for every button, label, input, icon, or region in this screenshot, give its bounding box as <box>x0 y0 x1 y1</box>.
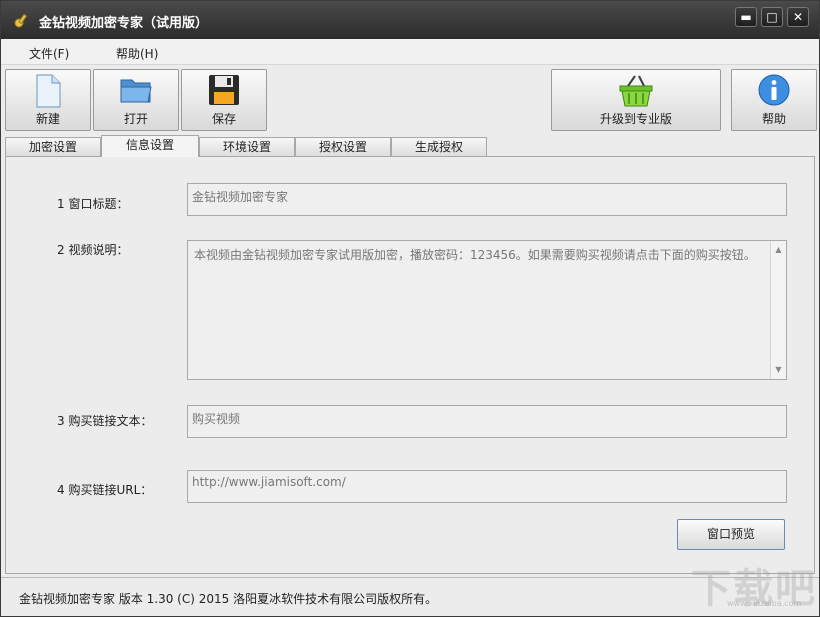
minimize-button[interactable]: ▬ <box>735 7 757 27</box>
new-document-icon <box>36 74 61 108</box>
scroll-up-arrow-icon[interactable]: ▲ <box>771 243 786 257</box>
buy-link-url-field[interactable]: http://www.jiamisoft.com/ <box>187 470 787 503</box>
floppy-disk-icon <box>209 75 239 105</box>
scroll-down-arrow-icon[interactable]: ▼ <box>771 363 786 377</box>
tab-environment-settings[interactable]: 环境设置 <box>199 137 295 157</box>
new-button[interactable]: 新建 <box>5 69 91 131</box>
upgrade-button[interactable]: 升级到专业版 <box>551 69 721 131</box>
menu-help[interactable]: 帮助(H) <box>116 45 158 62</box>
copyright-text: 金钻视频加密专家 版本 1.30 (C) 2015 洛阳夏冰软件技术有限公司版权… <box>19 592 438 606</box>
save-button-label: 保存 <box>211 112 236 126</box>
key-icon <box>14 13 28 28</box>
open-button[interactable]: 打开 <box>93 69 179 131</box>
buy-link-text-field[interactable]: 购买视频 <box>187 405 787 438</box>
window-title: 金钻视频加密专家（试用版） <box>39 16 209 31</box>
maximize-button[interactable]: □ <box>761 7 783 27</box>
app-window: 金钻视频加密专家（试用版） ▬ □ ✕ 文件(F) 帮助(H) 新建 打开 保存 <box>0 0 820 617</box>
upgrade-button-label: 升级到专业版 <box>599 112 672 126</box>
info-icon <box>758 74 790 106</box>
tab-info-settings[interactable]: 信息设置 <box>101 135 199 157</box>
video-description-label: 2 视频说明： <box>57 243 129 257</box>
tab-encryption-settings[interactable]: 加密设置 <box>5 137 101 157</box>
title-bar[interactable]: 金钻视频加密专家（试用版） ▬ □ ✕ <box>1 1 819 39</box>
menu-bar: 文件(F) 帮助(H) <box>1 39 819 65</box>
buy-link-text-label: 3 购买链接文本： <box>57 414 153 428</box>
save-button[interactable]: 保存 <box>181 69 267 131</box>
window-preview-button[interactable]: 窗口预览 <box>677 519 785 550</box>
close-button[interactable]: ✕ <box>787 7 809 27</box>
open-button-label: 打开 <box>123 112 148 126</box>
help-button[interactable]: 帮助 <box>731 69 817 131</box>
folder-icon <box>120 79 152 103</box>
new-button-label: 新建 <box>35 112 60 126</box>
watermark-url: www.xiazaiba.com <box>727 599 802 608</box>
video-description-text: 本视频由金钻视频加密专家试用版加密，播放密码：123456。如果需要购买视频请点… <box>194 248 756 262</box>
menu-file[interactable]: 文件(F) <box>29 45 69 62</box>
tab-generate-license[interactable]: 生成授权 <box>391 137 487 157</box>
shopping-basket-icon <box>619 75 653 107</box>
window-title-field[interactable]: 金钻视频加密专家 <box>187 183 787 216</box>
window-title-label: 1 窗口标题： <box>57 197 129 211</box>
help-button-label: 帮助 <box>761 112 786 126</box>
buy-link-url-label: 4 购买链接URL： <box>57 483 153 497</box>
vertical-scrollbar[interactable]: ▲ ▼ <box>770 241 786 379</box>
tab-license-settings[interactable]: 授权设置 <box>295 137 391 157</box>
video-description-field[interactable]: 本视频由金钻视频加密专家试用版加密，播放密码：123456。如果需要购买视频请点… <box>187 240 787 380</box>
